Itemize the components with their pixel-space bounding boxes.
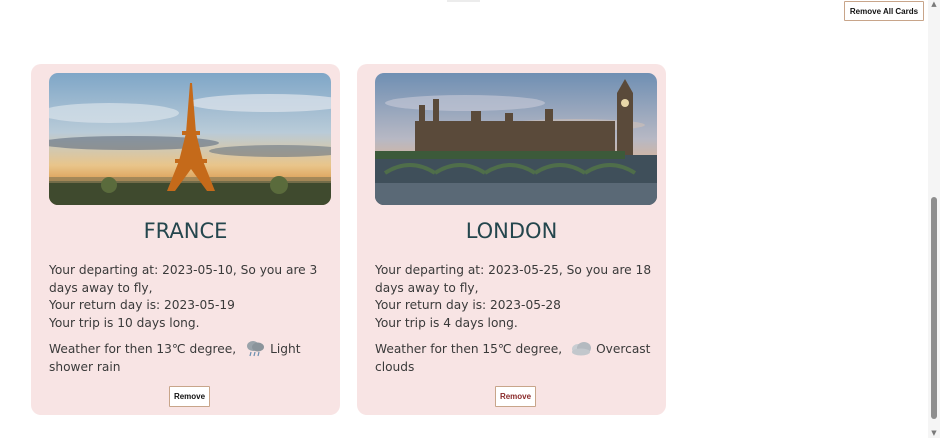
trip-length-text: Your trip is 4 days long. <box>375 316 518 331</box>
overcast-cloud-icon <box>572 342 592 356</box>
eiffel-tower-photo <box>49 73 331 205</box>
remove-button[interactable]: Remove <box>495 386 536 407</box>
trip-card-london: LONDON Your departing at: 2023-05-25, So… <box>357 64 666 415</box>
remove-button[interactable]: Remove <box>169 386 210 407</box>
return-day-text: Your return day is: 2023-05-19 <box>49 298 235 313</box>
scroll-down-icon[interactable]: ▼ <box>930 429 938 437</box>
top-tab-edge <box>447 0 480 2</box>
weather-temp-text: Weather for then 15℃ degree, <box>375 342 563 356</box>
trip-card-france: FRANCE Your departing at: 2023-05-10, So… <box>31 64 340 415</box>
departing-text: Your departing at: 2023-05-25, So you ar… <box>375 263 652 295</box>
rain-cloud-icon <box>247 341 265 357</box>
trip-length-text: Your trip is 10 days long. <box>49 316 200 331</box>
weather-info: Weather for then 15℃ degree, Overcast clo… <box>375 339 657 376</box>
weather-temp-text: Weather for then 13℃ degree, <box>49 342 237 356</box>
return-day-text: Your return day is: 2023-05-28 <box>375 298 561 313</box>
departing-text: Your departing at: 2023-05-10, So you ar… <box>49 263 318 295</box>
card-title: LONDON <box>465 219 558 243</box>
remove-all-cards-button[interactable]: Remove All Cards <box>844 1 924 21</box>
trip-info: Your departing at: 2023-05-25, So you ar… <box>375 262 657 333</box>
card-title: FRANCE <box>143 219 228 243</box>
westminster-photo <box>375 73 657 205</box>
weather-info: Weather for then 13℃ degree, Light shower… <box>49 339 331 376</box>
scrollbar-thumb[interactable] <box>931 197 937 419</box>
trip-info: Your departing at: 2023-05-10, So you ar… <box>49 262 331 333</box>
scroll-up-icon[interactable]: ▲ <box>930 0 938 8</box>
